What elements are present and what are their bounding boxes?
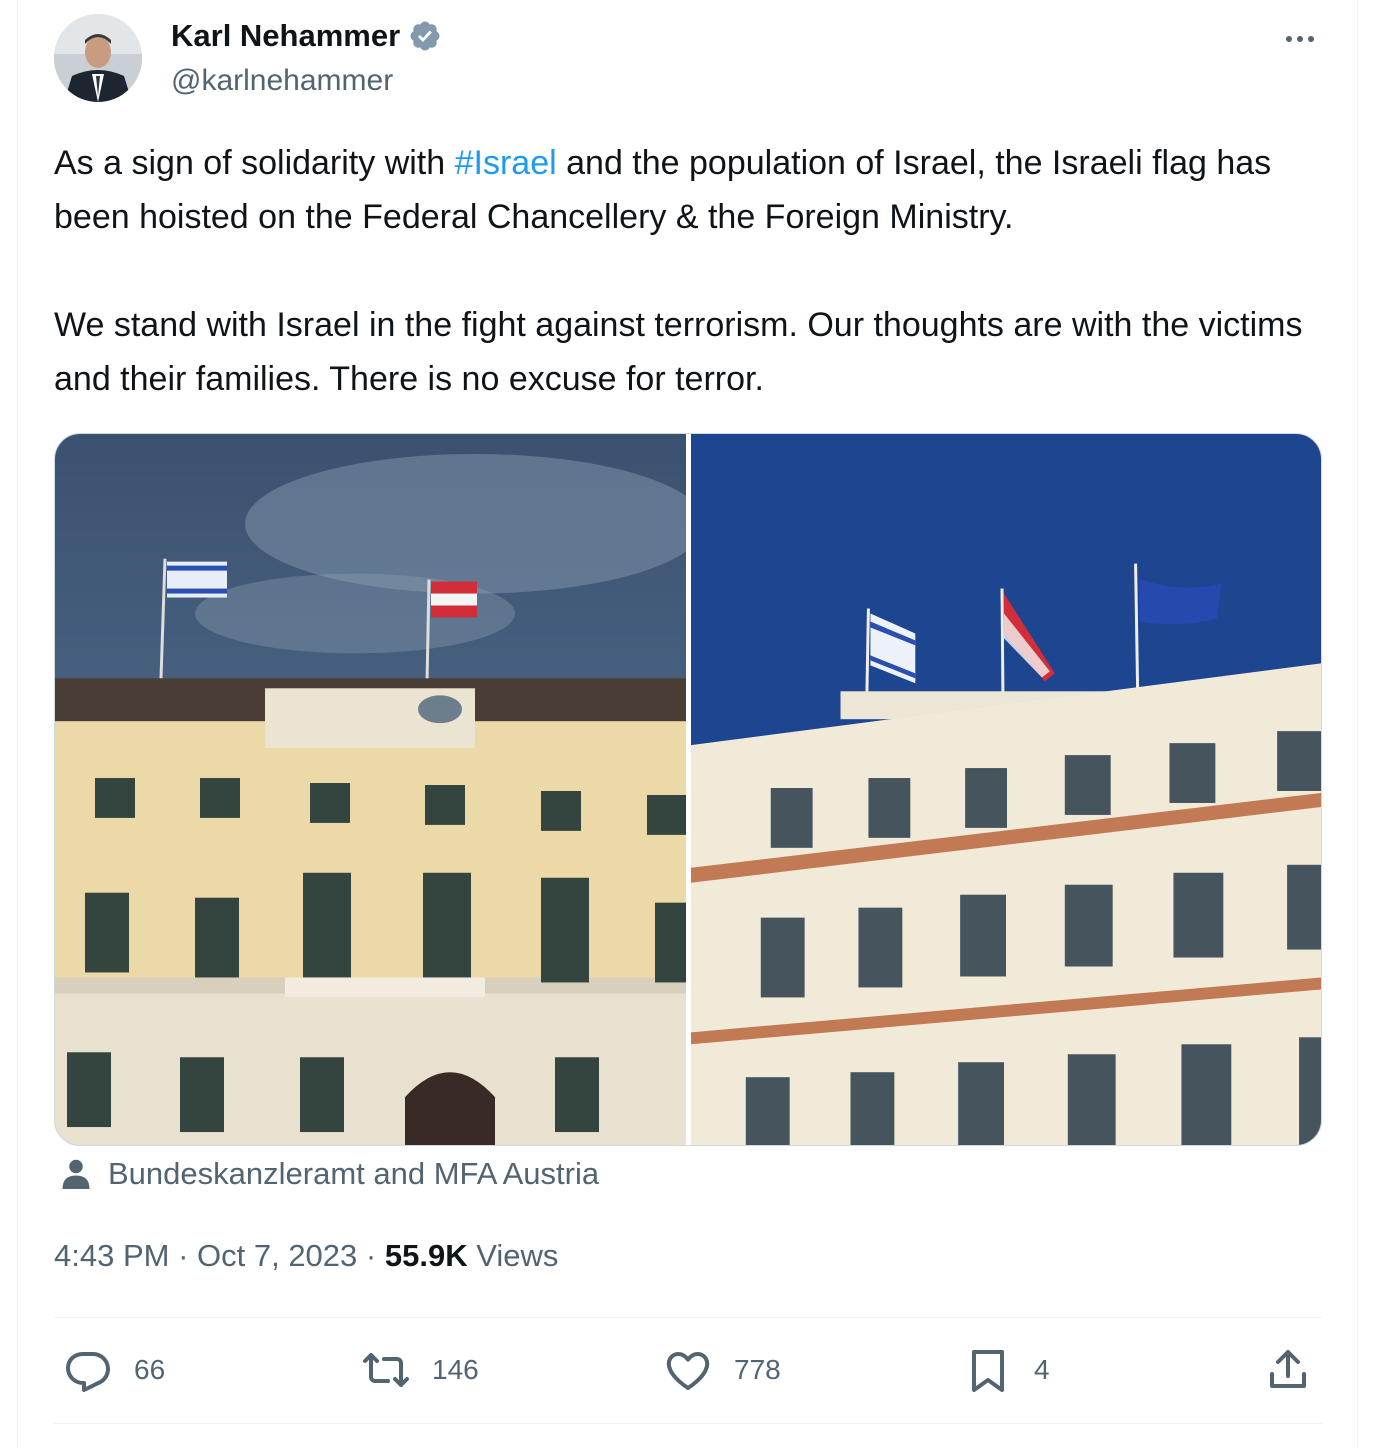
reply-count: 66 [134, 1354, 166, 1385]
views-label: Views [467, 1238, 559, 1273]
views-count: 55.9K [384, 1238, 468, 1273]
tagged-users[interactable]: Bundeskanzleramt and MFA Austria [58, 1156, 599, 1192]
meta-separator: · [169, 1238, 198, 1273]
tweet-text: As a sign of solidarity with #Israel and… [54, 136, 1334, 406]
share-button[interactable] [1264, 1346, 1312, 1394]
tweet-paragraph-1: As a sign of solidarity with #Israel and… [54, 136, 1334, 244]
repost-count: 146 [432, 1354, 479, 1385]
action-bar: 66 146 778 4 [54, 1318, 1322, 1422]
avatar-photo [54, 14, 142, 102]
hashtag-link[interactable]: #Israel [455, 144, 557, 182]
author-name-text: Karl Nehammer [171, 18, 401, 53]
photo-federal-chancellery[interactable] [55, 434, 686, 1145]
tweet-paragraph-2: We stand with Israel in the fight agains… [54, 306, 1303, 398]
reply-icon [66, 1352, 110, 1392]
reply-button[interactable]: 66 [64, 1346, 165, 1394]
bookmark-icon [972, 1350, 1004, 1392]
divider-bottom [54, 1423, 1322, 1424]
tagged-text: Bundeskanzleramt and MFA Austria [108, 1156, 600, 1191]
verified-badge-icon [410, 21, 440, 51]
like-icon [666, 1352, 710, 1390]
share-icon [1270, 1350, 1306, 1388]
more-icon[interactable] [1280, 24, 1320, 54]
person-icon [62, 1159, 90, 1189]
tweet-meta: 4:43 PM · Oct 7, 2023 · 55.9K Views [54, 1238, 558, 1274]
bookmark-count: 4 [1034, 1354, 1050, 1385]
author-name[interactable]: Karl Nehammer [171, 18, 442, 54]
tweet-time[interactable]: 4:43 PM [54, 1238, 169, 1273]
repost-icon [363, 1353, 409, 1387]
avatar[interactable] [54, 14, 142, 102]
author-handle[interactable]: @karlnehammer [171, 64, 393, 98]
tweet-text-segment: As a sign of solidarity with [54, 144, 455, 182]
like-count: 778 [734, 1354, 781, 1385]
meta-separator: · [357, 1238, 385, 1273]
photo-foreign-ministry[interactable] [691, 434, 1321, 1145]
tweet-date[interactable]: Oct 7, 2023 [197, 1238, 357, 1273]
media-grid [54, 433, 1322, 1146]
like-button[interactable]: 778 [664, 1346, 781, 1394]
bookmark-button[interactable]: 4 [964, 1346, 1050, 1394]
repost-button[interactable]: 146 [362, 1346, 479, 1394]
